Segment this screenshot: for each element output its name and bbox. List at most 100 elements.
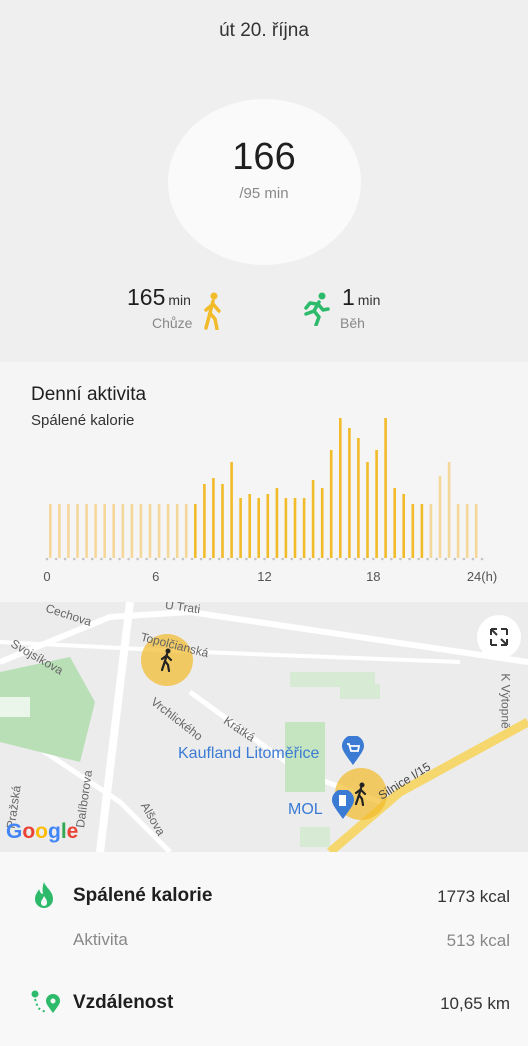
walk-marker-icon <box>354 782 367 806</box>
activity-ring <box>168 99 361 265</box>
calorie-bar <box>465 504 469 558</box>
calories-value: 1773 kcal <box>437 887 510 906</box>
baseline-dot <box>236 557 239 561</box>
baseline-dot <box>480 557 484 561</box>
baseline-dot <box>63 557 67 561</box>
baseline-dot <box>91 557 94 561</box>
calorie-bar <box>194 504 197 558</box>
baseline-dot <box>308 557 312 561</box>
calorie-bar <box>175 504 179 558</box>
baseline-dot <box>263 557 266 561</box>
run-stat: 1 min Běh <box>340 284 380 331</box>
baseline-dot <box>317 557 321 561</box>
expand-map-button[interactable] <box>477 615 521 659</box>
baseline-dot <box>199 557 203 561</box>
street-label: K Výtopně <box>498 673 513 729</box>
baseline-dot <box>72 557 76 561</box>
summary-list: Spálené kalorie 1773 kcal Aktivita 513 k… <box>0 852 528 1046</box>
baseline-dot <box>272 557 275 561</box>
active-calories-value: 513 kcal <box>446 931 510 950</box>
calorie-bar <box>139 504 143 558</box>
baseline-dot <box>163 557 167 561</box>
baseline-dot <box>136 557 139 561</box>
baseline-dot <box>335 557 339 561</box>
baseline-dot <box>190 557 194 561</box>
baseline-dot <box>254 557 257 561</box>
shopping-pin-icon <box>342 736 364 765</box>
calorie-bar <box>366 462 369 558</box>
calorie-bar <box>284 498 288 558</box>
route-map[interactable]: Cechova U Trati Topolčianská Svojsíkova … <box>0 602 528 852</box>
baseline-dot <box>390 557 393 561</box>
calorie-bar <box>339 418 342 558</box>
poi-label: Kaufland Litoměřice <box>178 745 320 762</box>
baseline-dot <box>181 557 185 561</box>
calorie-bar <box>302 498 306 558</box>
walk-marker-icon <box>160 648 173 672</box>
calories-chart: 0 6 12 18 24(h) <box>43 418 497 584</box>
baseline-dot <box>353 557 357 561</box>
calorie-bar <box>402 494 405 558</box>
baseline-dot <box>381 557 384 561</box>
calorie-bar <box>411 504 415 558</box>
baseline-dot <box>462 557 466 561</box>
baseline-dot <box>299 557 303 561</box>
baseline-dot <box>326 557 330 561</box>
calorie-bar <box>357 438 360 558</box>
calorie-bar <box>257 498 260 558</box>
baseline-dot <box>145 557 148 561</box>
calorie-bar <box>103 504 106 558</box>
calorie-bar <box>420 504 424 558</box>
x-tick-label: 24(h) <box>467 569 497 584</box>
expand-icon <box>490 628 508 646</box>
calories-label: Spálené kalorie <box>73 885 213 906</box>
calorie-bar <box>130 504 134 558</box>
calorie-bar <box>275 488 279 558</box>
baseline-dot <box>362 557 366 561</box>
calorie-bar <box>148 504 152 558</box>
calorie-bar <box>384 418 387 558</box>
calorie-bar <box>348 428 351 558</box>
baseline-dot <box>435 557 439 561</box>
walk-stat: 165 min Chůze <box>127 284 192 331</box>
baseline-dot <box>372 557 375 561</box>
baseline-dot <box>54 557 58 561</box>
distance-icon <box>31 990 60 1014</box>
baseline-dot <box>399 557 402 561</box>
x-tick-label: 0 <box>43 569 50 584</box>
walk-unit: min <box>168 292 191 308</box>
baseline-dot <box>118 557 121 561</box>
walk-value: 165 <box>127 284 166 310</box>
calorie-bar <box>239 498 242 558</box>
calorie-bar <box>121 504 125 558</box>
baseline-dot <box>154 557 158 561</box>
calorie-bar <box>447 462 451 558</box>
fuel-pin-icon <box>332 790 354 819</box>
baseline-dot <box>245 557 248 561</box>
run-label: Běh <box>340 315 365 331</box>
baseline-dot <box>408 557 411 561</box>
google-logo: Google <box>6 820 79 843</box>
calorie-bar <box>474 504 478 558</box>
baseline-dot <box>217 557 221 561</box>
calorie-bar <box>157 504 161 558</box>
baseline-dot <box>82 557 85 561</box>
calorie-bar <box>76 504 79 558</box>
calorie-bar <box>58 504 61 558</box>
calorie-bar <box>266 494 270 558</box>
baseline-dot <box>417 557 420 561</box>
active-calories-label: Aktivita <box>73 930 128 949</box>
calorie-bar <box>184 504 188 558</box>
calorie-bar <box>248 494 251 558</box>
run-value: 1 <box>342 284 355 310</box>
calorie-bar <box>203 484 206 558</box>
x-tick-label: 6 <box>152 569 159 584</box>
calorie-bar <box>293 498 297 558</box>
baseline-dot <box>426 557 429 561</box>
calorie-bar <box>456 504 460 558</box>
walk-icon <box>204 292 221 330</box>
calorie-bar <box>212 478 215 558</box>
walk-label: Chůze <box>152 315 193 331</box>
calorie-bar <box>375 450 378 558</box>
calorie-bar <box>329 450 333 558</box>
